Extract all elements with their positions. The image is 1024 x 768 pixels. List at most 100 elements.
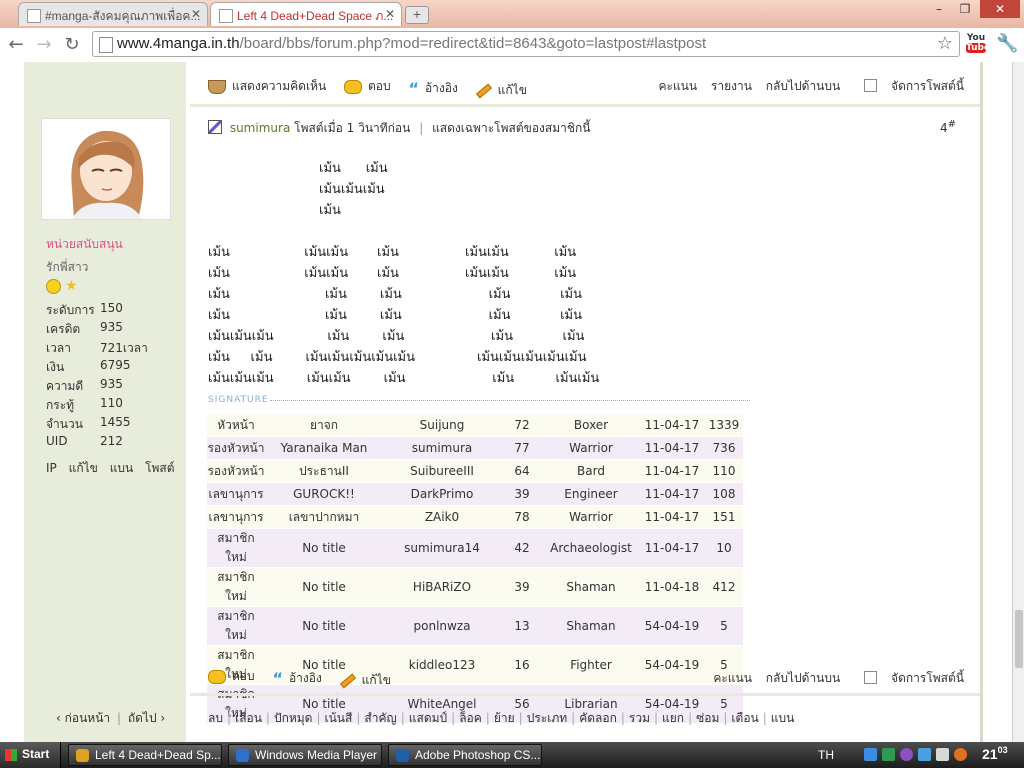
address-bar[interactable]: www.4manga.in.th/board/bbs/forum.php?mod… (92, 31, 960, 57)
clock[interactable]: 2103 (982, 745, 1008, 762)
signature-label: SIGNATURE (208, 395, 269, 405)
mod-action-link[interactable]: ย้าย (494, 711, 515, 725)
table-row: หัวหน้า ยาจก Suijung 72 Boxer 11-04-17 1339 (207, 414, 743, 437)
back-to-top-link[interactable]: กลับไปด้านบน (766, 671, 840, 685)
table-cell: SuibureeIII (383, 459, 501, 483)
speaker-icon[interactable] (936, 748, 949, 761)
comment-button[interactable]: แสดงความคิดเห็น (208, 77, 326, 96)
edit-user-link[interactable]: แก้ไข (69, 461, 98, 475)
mod-action-link[interactable]: ปักหมุด (274, 711, 313, 725)
mod-action-link[interactable]: แบน (771, 711, 795, 725)
tray-icon[interactable] (900, 748, 913, 761)
quote-label: อ้างอิง (288, 671, 322, 685)
reload-icon[interactable]: ↻ (60, 33, 84, 57)
rank-badges: ★ (46, 278, 78, 294)
mod-action-link[interactable]: เตือน (731, 711, 758, 725)
rate-link[interactable]: คะแนน (658, 79, 697, 93)
language-indicator[interactable]: TH (818, 748, 834, 762)
table-cell: 39 (501, 482, 543, 506)
scrollbar[interactable] (1012, 62, 1024, 742)
tray-icon[interactable] (882, 748, 895, 761)
separator: | (451, 711, 456, 725)
table-cell: DarkPrimo (383, 482, 501, 506)
pencil-icon (475, 83, 492, 98)
network-icon[interactable] (864, 748, 877, 761)
manage-post-control[interactable]: จัดการโพสต์นี้ (854, 79, 964, 93)
reply-button[interactable]: ตอบ (344, 77, 391, 96)
separator: | (723, 711, 728, 725)
mod-action-link[interactable]: เลือน (235, 711, 262, 725)
table-cell: Fighter (543, 645, 639, 685)
ip-link[interactable]: IP (46, 461, 57, 475)
manage-post-checkbox[interactable] (864, 79, 878, 92)
arrow-right-icon[interactable]: → (32, 33, 56, 57)
star-icon[interactable]: ☆ (937, 33, 953, 54)
mod-action-link[interactable]: รวม (629, 711, 650, 725)
post-text-line: เม้นเม้นเม้น (319, 182, 385, 197)
table-cell: 13 (501, 606, 543, 646)
taskbar-item-chrome[interactable]: Left 4 Dead+Dead Sp... (68, 744, 222, 766)
table-cell: 736 (705, 436, 743, 460)
youtube-extension-icon[interactable]: You Tube (966, 33, 990, 57)
taskbar-item-photoshop[interactable]: Adobe Photoshop CS... (388, 744, 542, 766)
pencil-icon (339, 673, 356, 688)
restore-icon[interactable]: ❐ (954, 0, 976, 18)
quote-button[interactable]: “ อ้างอิง (408, 79, 457, 98)
windows-logo-icon (5, 749, 17, 761)
only-author-link[interactable]: แสดงเฉพาะโพสต์ของสมาชิกนี้ (432, 121, 590, 135)
table-cell: 5 (705, 606, 743, 646)
smiley-icon (46, 278, 61, 294)
mod-action-link[interactable]: เน้นสี (325, 711, 353, 725)
user-custom-title: รักพี่สาว (46, 260, 89, 274)
scrollbar-thumb[interactable] (1015, 610, 1023, 668)
start-button[interactable]: Start (0, 742, 61, 768)
arrow-left-icon[interactable]: ← (4, 33, 28, 57)
quote-button[interactable]: “ อ้างอิง (272, 669, 321, 688)
user-group-name[interactable]: หน่วยสนับสนุน (46, 235, 123, 254)
user-admin-actions: IP แก้ไข แบน โพสต์ (46, 459, 183, 478)
tab-manga[interactable]: #manga-สังคมคุณภาพเพื่อค... ✕ (18, 2, 208, 26)
edit-button[interactable]: แก้ไข (339, 671, 391, 690)
reply-button[interactable]: ตอบ (208, 667, 255, 686)
back-to-top-link[interactable]: กลับไปด้านบน (766, 79, 840, 93)
report-link[interactable]: รายงาน (711, 79, 752, 93)
table-cell: 16 (501, 645, 543, 685)
table-cell: Archaeologist (543, 528, 639, 568)
mod-action-link[interactable]: ลบ (208, 711, 223, 725)
mod-action-link[interactable]: แยก (662, 711, 684, 725)
bluetooth-icon[interactable] (918, 748, 931, 761)
post-number-sup: # (947, 119, 957, 130)
mod-action-link[interactable]: ประเภท (527, 711, 567, 725)
rate-link[interactable]: คะแนน (713, 671, 752, 685)
chrome-icon (76, 749, 89, 762)
prev-thread-link[interactable]: ‹ ก่อนหน้า (56, 711, 110, 725)
taskbar-item-media-player[interactable]: Windows Media Player (228, 744, 382, 766)
ban-user-link[interactable]: แบน (110, 461, 134, 475)
edit-button[interactable]: แก้ไข (475, 81, 527, 100)
post-number[interactable]: 4# (940, 119, 956, 135)
tab-left4dead[interactable]: Left 4 Dead+Dead Space ภ... ✕ (210, 2, 402, 26)
mod-action-link[interactable]: ล็อค (459, 711, 482, 725)
minimize-icon[interactable]: – (928, 0, 950, 18)
wrench-icon[interactable]: 🔧 (996, 33, 1018, 54)
user-profile-sidebar: หน่วยสนับสนุน รักพี่สาว ★ ระดับการ 150 เค… (24, 62, 186, 742)
close-window-icon[interactable]: ✕ (980, 0, 1020, 18)
edit-label: แก้ไข (361, 673, 391, 687)
tray-icon[interactable] (954, 748, 967, 761)
user-posts-link[interactable]: โพสต์ (145, 461, 174, 475)
mod-action-link[interactable]: คัดลอก (579, 711, 617, 725)
new-tab-button[interactable]: + (405, 6, 429, 24)
post-author[interactable]: sumimura (230, 121, 290, 135)
mod-action-link[interactable]: แสดมป์ (409, 711, 447, 725)
manage-post-control[interactable]: จัดการโพสต์นี้ (854, 671, 964, 685)
avatar[interactable] (41, 118, 171, 220)
close-icon[interactable]: ✕ (385, 7, 395, 21)
manage-post-checkbox[interactable] (864, 671, 878, 684)
mod-action-link[interactable]: ซ่อม (696, 711, 719, 725)
table-cell: 11-04-17 (639, 482, 705, 506)
post-text-line: เม้น เม้น เม้น เม้น เม้น (208, 308, 582, 323)
next-thread-link[interactable]: ถัดไป › (128, 711, 165, 725)
divider (190, 693, 980, 696)
mod-action-link[interactable]: สำคัญ (364, 711, 396, 725)
close-icon[interactable]: ✕ (191, 7, 201, 21)
